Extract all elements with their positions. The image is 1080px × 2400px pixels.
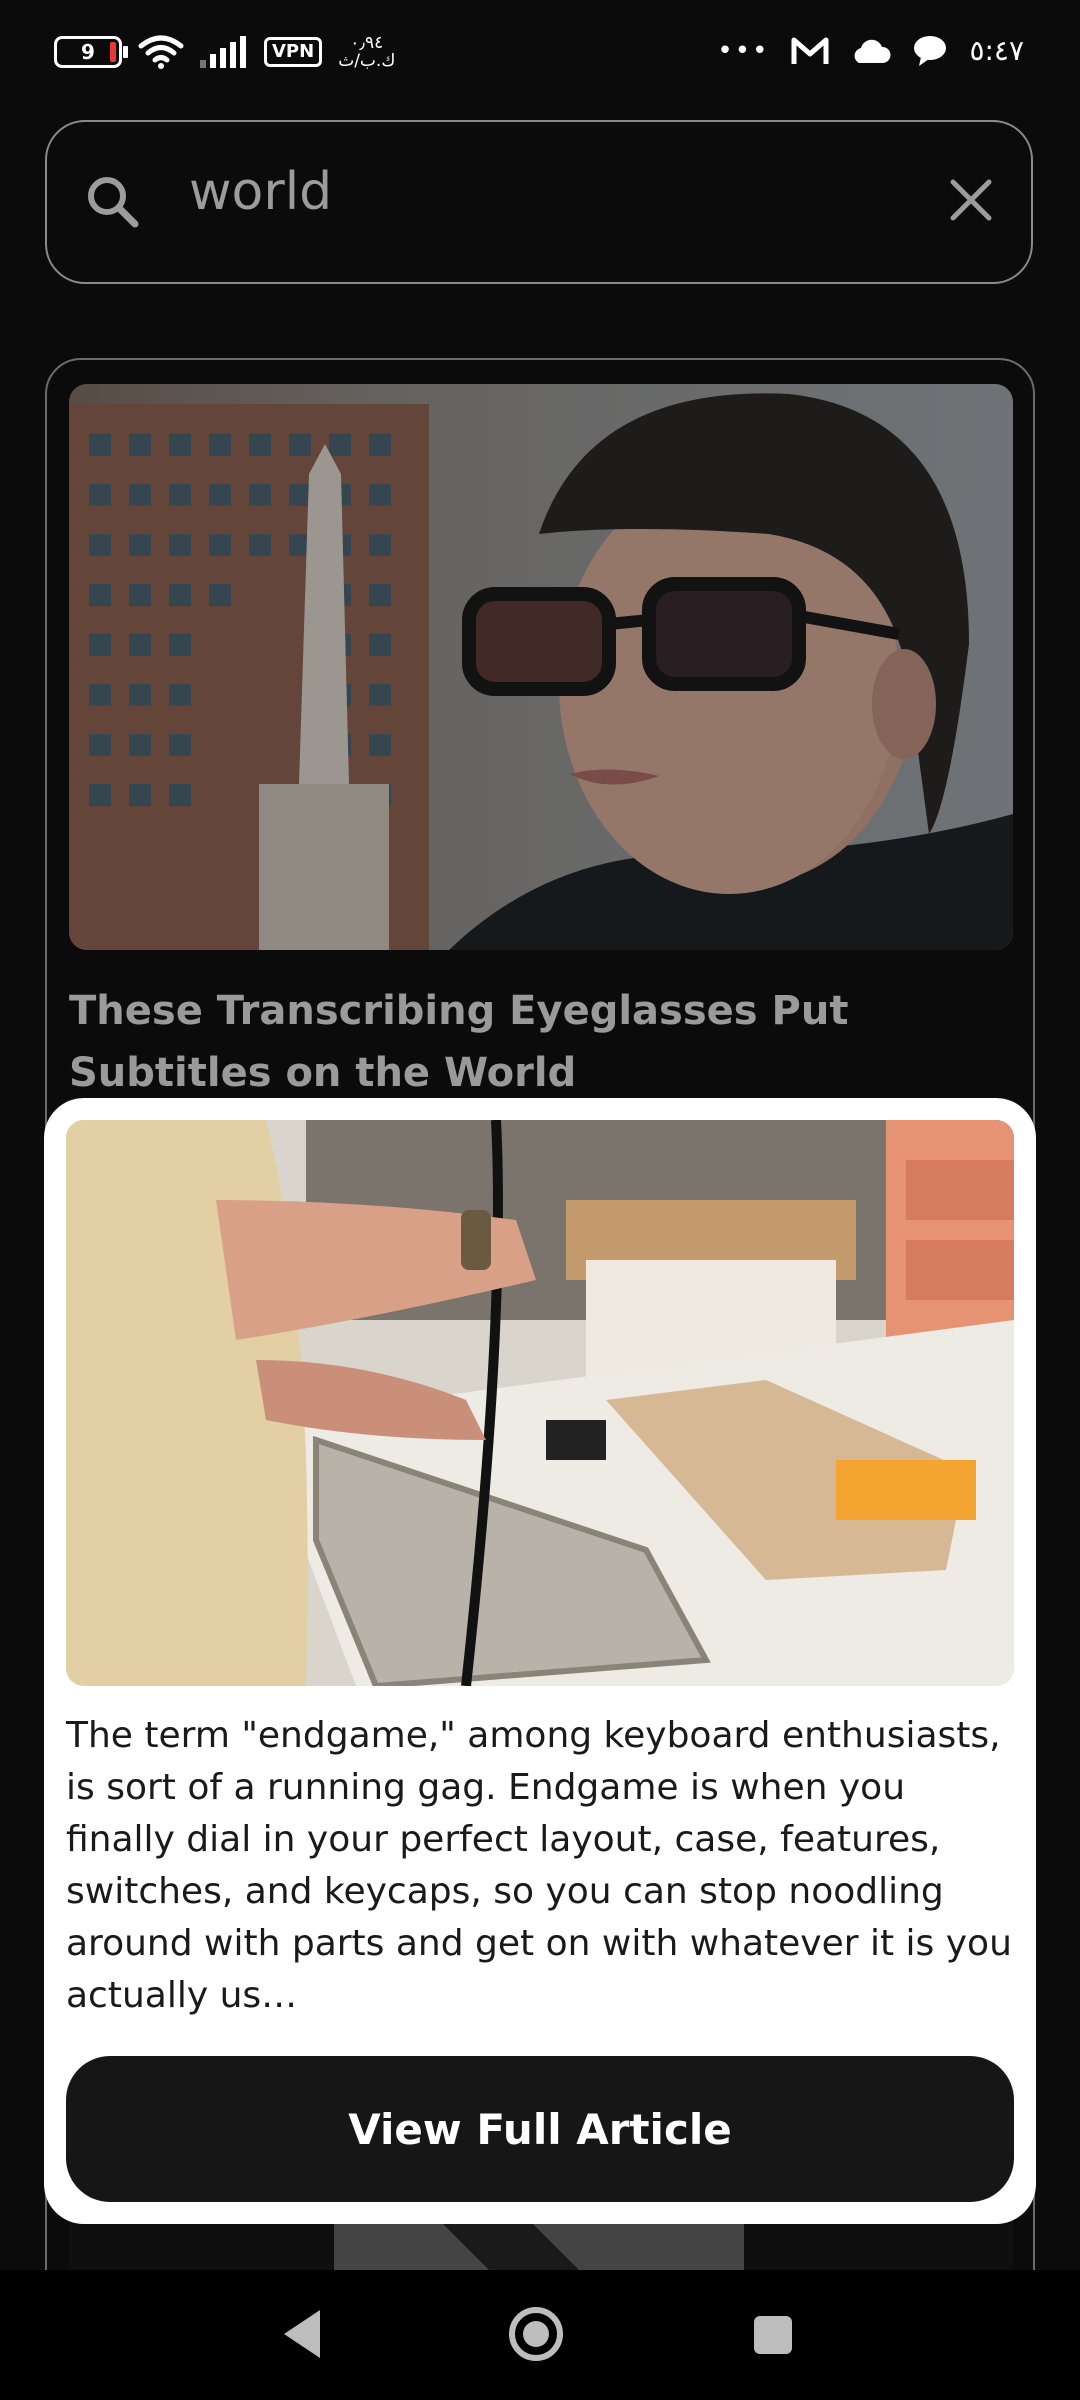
system-nav-bar [0,2270,1080,2400]
chat-icon [914,35,947,66]
back-triangle-icon[interactable] [280,2308,322,2360]
battery-icon: 9 [54,36,128,68]
article-title[interactable]: These Transcribing Eyeglasses Put Subtit… [69,980,1009,1104]
network-speed-value: ٠٫٩٤ [350,33,384,53]
screen: 9 VPN ٠٫٩٤ ك.ب/ث ••• ٥:٤٧ world These Tr… [0,0,1080,2400]
network-speed-unit: ك.ب/ث [338,51,396,71]
keyboard-workbench-photo [66,1120,1014,1686]
status-bar-right: ••• ٥:٤٧ [717,34,1024,67]
network-speed: ٠٫٩٤ ك.ب/ث [338,34,395,70]
battery-low-indicator [110,42,116,62]
wifi-icon [138,35,184,69]
search-icon [88,177,139,228]
view-full-article-button[interactable]: View Full Article [66,2056,1014,2202]
eyeglasses-photo [69,384,1013,950]
vpn-badge: VPN [264,37,323,67]
recents-square-icon[interactable] [752,2314,794,2356]
status-bar-left: 9 VPN ٠٫٩٤ ك.ب/ث [54,34,395,70]
article-description: The term "endgame," among keyboard enthu… [66,1715,1012,2016]
signal-icon [200,36,246,68]
cloud-icon [855,39,891,63]
search-bar[interactable]: world [45,120,1033,284]
battery-level: 9 [81,40,95,64]
status-bar: 9 VPN ٠٫٩٤ ك.ب/ث ••• ٥:٤٧ [0,0,1080,110]
more-notifications-icon: ••• [717,35,770,66]
popup-article-image [66,1120,1014,1686]
search-input[interactable]: world [189,162,332,222]
gmail-icon [791,37,829,64]
article-image [69,384,1013,950]
close-icon[interactable] [949,178,993,222]
clock: ٥:٤٧ [969,34,1024,67]
article-preview-popup: The term "endgame," among keyboard enthu… [44,1098,1036,2224]
home-circle-icon[interactable] [508,2306,564,2362]
